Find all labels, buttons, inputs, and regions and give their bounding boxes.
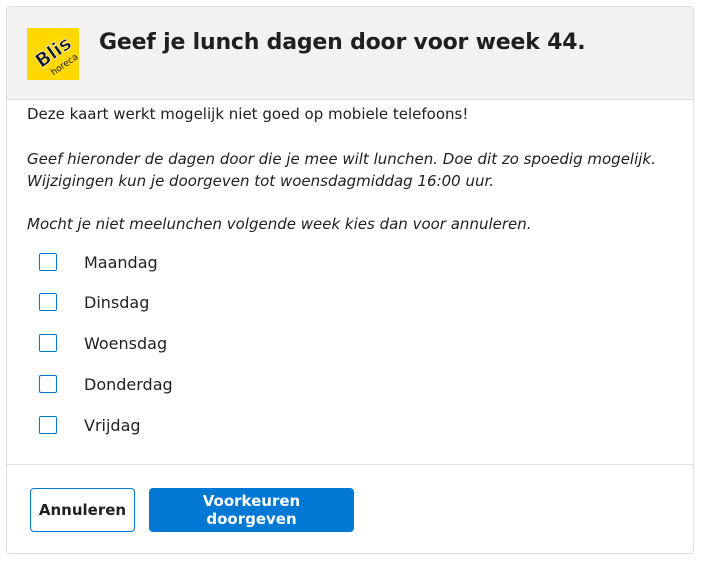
day-option-vrijdag[interactable]: Vrijdag bbox=[37, 414, 237, 438]
day-option-dinsdag[interactable]: Dinsdag bbox=[37, 291, 237, 315]
lunch-card: Blis horeca Geef je lunch dagen door voo… bbox=[6, 6, 694, 554]
instructions-text: Geef hieronder de dagen door die je mee … bbox=[27, 148, 677, 192]
day-label: Woensdag bbox=[84, 334, 168, 353]
card-header: Blis horeca Geef je lunch dagen door voo… bbox=[7, 7, 693, 100]
card-title: Geef je lunch dagen door voor week 44. bbox=[99, 30, 586, 55]
checkbox[interactable] bbox=[39, 253, 57, 271]
day-label: Donderdag bbox=[84, 375, 173, 394]
mobile-warning-text: Deze kaart werkt mogelijk niet goed op m… bbox=[27, 105, 469, 123]
checkbox[interactable] bbox=[39, 416, 57, 434]
day-label: Maandag bbox=[84, 253, 158, 272]
day-option-donderdag[interactable]: Donderdag bbox=[37, 373, 237, 397]
day-option-woensdag[interactable]: Woensdag bbox=[37, 332, 237, 356]
checkbox[interactable] bbox=[39, 334, 57, 352]
submit-preferences-button[interactable]: Voorkeuren doorgeven bbox=[149, 488, 354, 532]
instructions-line: Geef hieronder de dagen door die je mee … bbox=[27, 150, 656, 168]
blis-logo: Blis horeca bbox=[27, 28, 79, 80]
cancel-button[interactable]: Annuleren bbox=[30, 488, 135, 532]
cancel-note-text: Mocht je niet meelunchen volgende week k… bbox=[27, 215, 532, 233]
footer-divider bbox=[7, 464, 693, 465]
day-option-maandag[interactable]: Maandag bbox=[37, 251, 237, 275]
checkbox[interactable] bbox=[39, 293, 57, 311]
day-label: Dinsdag bbox=[84, 293, 150, 312]
checkbox[interactable] bbox=[39, 375, 57, 393]
instructions-line: Wijzigingen kun je doorgeven tot woensda… bbox=[27, 172, 495, 190]
day-label: Vrijdag bbox=[84, 416, 141, 435]
